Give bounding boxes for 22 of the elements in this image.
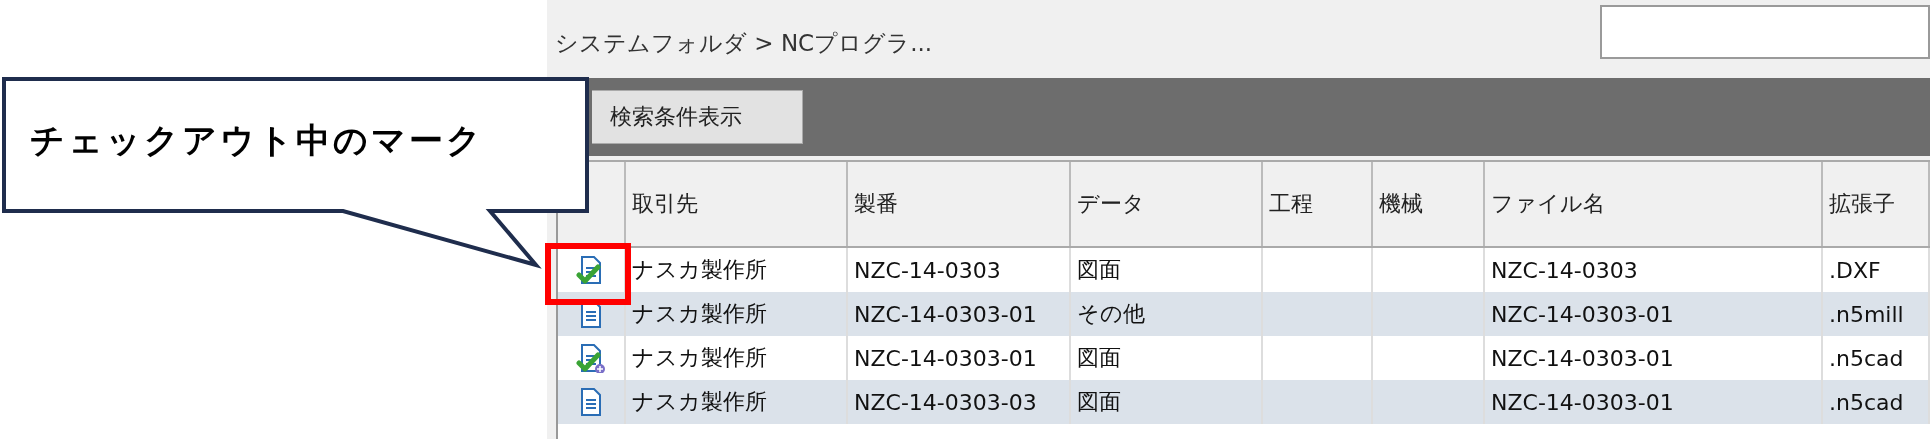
table-cell: NZC-14-0303-03 <box>848 380 1071 424</box>
table-cell: その他 <box>1071 292 1263 336</box>
breadcrumb[interactable]: システムフォルダ > NCプログラ... <box>555 28 933 59</box>
search-field[interactable] <box>1600 5 1930 59</box>
table-cell: NZC-14-0303-01 <box>1485 292 1823 336</box>
table-cell: .n5cad <box>1823 380 1930 424</box>
table-cell: NZC-14-0303-01 <box>848 292 1071 336</box>
checked-document-icon <box>576 343 606 373</box>
callout-text: チェックアウト中のマーク <box>30 119 484 162</box>
column-header[interactable]: 機械 <box>1373 162 1485 246</box>
table-cell: 図面 <box>1071 380 1263 424</box>
table-cell: NZC-14-0303-01 <box>1485 380 1823 424</box>
column-header[interactable]: 拡張子 <box>1823 162 1930 246</box>
table-cell: ナスカ製作所 <box>626 292 848 336</box>
column-header[interactable]: 取引先 <box>626 162 848 246</box>
column-header[interactable]: 工程 <box>1263 162 1373 246</box>
column-header[interactable]: 製番 <box>848 162 1071 246</box>
column-header[interactable]: ファイル名 <box>1485 162 1823 246</box>
column-header[interactable]: データ <box>1071 162 1263 246</box>
table-cell: .n5mill <box>1823 292 1930 336</box>
search-conditions-button[interactable]: 検索条件表示 <box>592 90 803 144</box>
table-cell: ナスカ製作所 <box>626 380 848 424</box>
